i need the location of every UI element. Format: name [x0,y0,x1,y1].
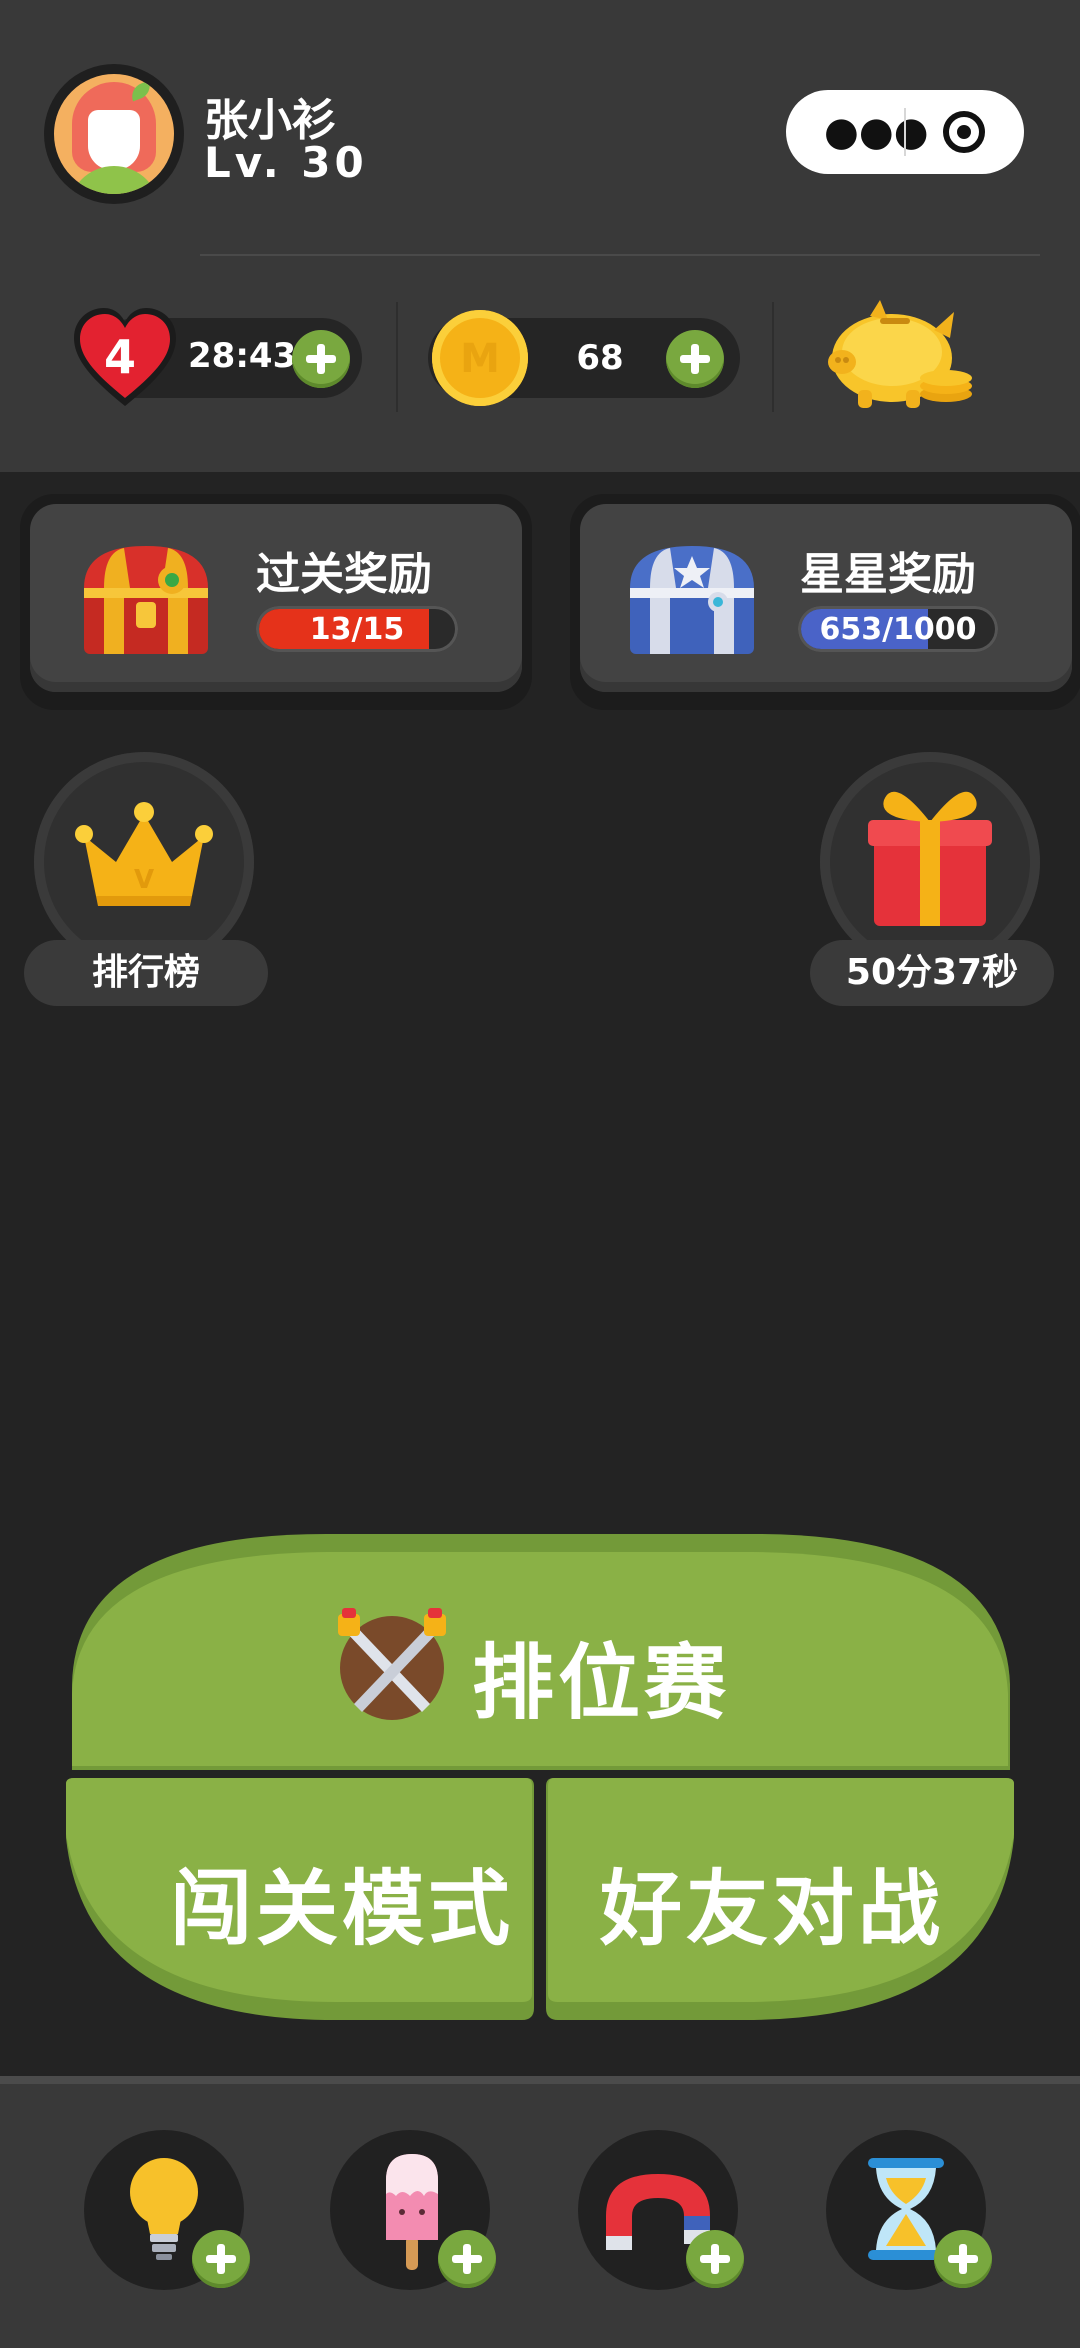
popsicle-tool-button[interactable] [330,2130,496,2290]
add-coins-button[interactable] [666,330,724,388]
hourglass-tool-button[interactable] [826,2130,992,2290]
hint-tool-button[interactable] [84,2130,250,2290]
red-treasure-chest-icon [84,546,208,654]
level-reward-title: 过关奖励 [256,549,432,600]
lives-timer: 28:43 [188,336,297,376]
player-level: Lv. 30 [204,138,368,187]
lightbulb-icon [130,2158,198,2260]
add-hint-button[interactable] [192,2230,250,2288]
star-reward-progress-text: 653/1000 [819,612,977,647]
crown-icon: V [75,802,213,906]
add-hourglass-button[interactable] [934,2230,992,2288]
more-dots-icon[interactable]: ●●● [824,112,929,152]
coin-count: 68 [576,338,624,378]
svg-text:V: V [134,865,154,895]
add-lives-button[interactable] [292,330,350,388]
popsicle-icon [386,2154,438,2270]
gift-timer: 50分37秒 [810,940,1054,1006]
lives-count: 4 [104,330,137,384]
friend-battle-label: 好友对战 [600,1862,945,1957]
magnet-tool-button[interactable] [578,2130,744,2290]
capsule-divider [904,108,906,156]
gift-box-icon [868,791,992,926]
target-icon[interactable] [942,110,986,154]
adventure-mode-label: 闯关模式 [170,1862,515,1957]
blue-treasure-chest-icon [630,546,754,654]
piggy-bank-icon[interactable] [822,292,982,422]
level-reward-progress-text: 13/15 [309,612,405,647]
level-reward-progress-bar: 13/15 [256,606,458,652]
mini-program-capsule: ●●● [786,90,1024,174]
coin-icon: M [432,310,528,406]
star-reward-title: 星星奖励 [800,549,976,600]
header-divider [200,254,1040,256]
resource-divider [396,302,398,412]
add-popsicle-button[interactable] [438,2230,496,2288]
leaderboard-label[interactable]: 排行榜 [24,940,268,1006]
star-reward-progress-bar: 653/1000 [798,606,998,652]
ranked-label: 排位赛 [472,1636,731,1731]
crossed-swords-icon [338,1608,446,1720]
avatar[interactable] [54,74,174,194]
add-magnet-button[interactable] [686,2230,744,2288]
resource-divider [772,302,774,412]
